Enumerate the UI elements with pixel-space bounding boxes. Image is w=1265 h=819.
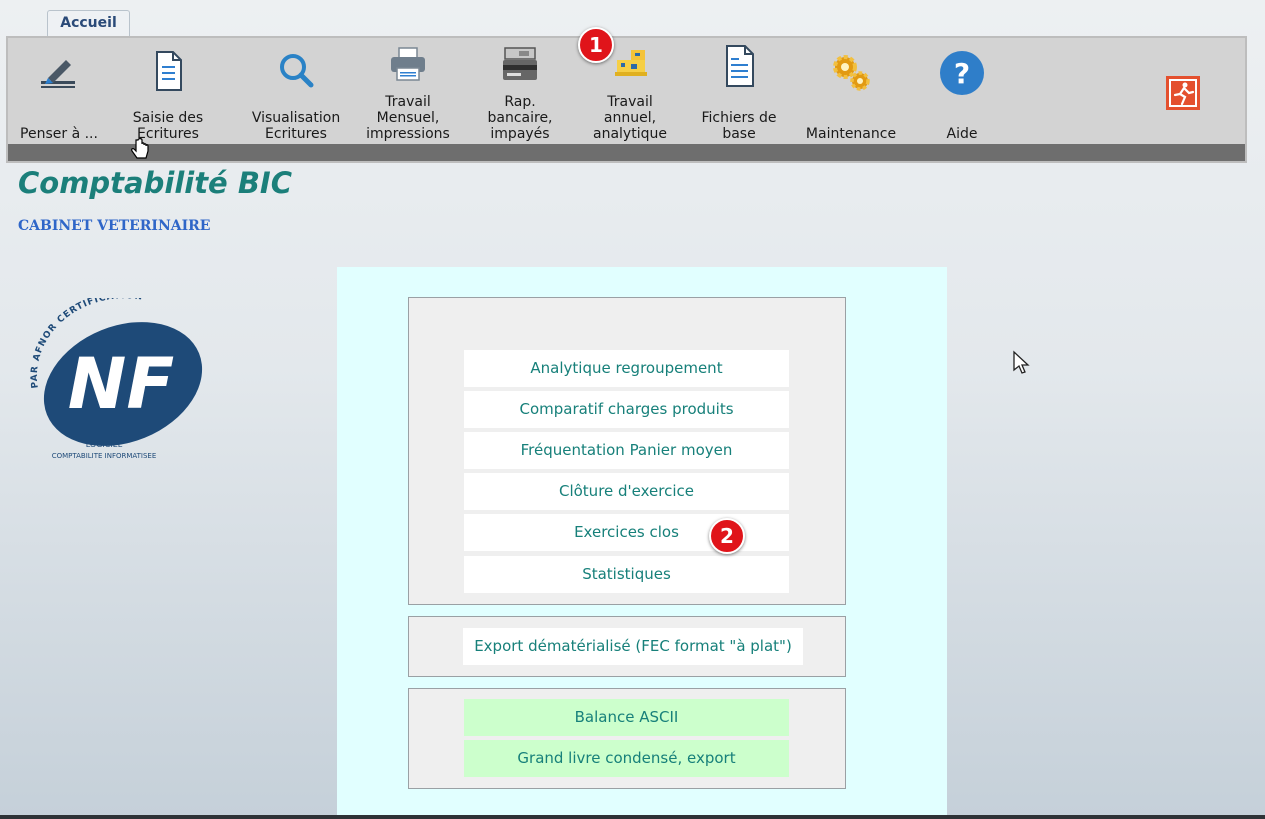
ribbon-label: Travail Mensuel, impressions bbox=[366, 94, 450, 142]
ribbon-label: Rap. bancaire, impayés bbox=[487, 94, 553, 142]
menu-button-grand-livre-condense[interactable]: Grand livre condensé, export bbox=[464, 740, 789, 777]
printer-icon bbox=[391, 47, 425, 81]
logo-nf-text: NF bbox=[68, 343, 174, 425]
ribbon-label: Penser à ... bbox=[20, 126, 98, 142]
ribbon-button-saisie[interactable]: Saisie des Ecritures bbox=[125, 44, 211, 142]
ribbon-label: Aide bbox=[946, 126, 978, 142]
ribbon-button-fichiers-de-base[interactable]: Fichiers de base bbox=[696, 44, 782, 142]
bank-card-icon bbox=[503, 47, 537, 80]
annotation-badge-2: 2 bbox=[709, 518, 745, 554]
svg-text:?: ? bbox=[954, 57, 970, 90]
ribbon-button-visualisation[interactable]: Visualisation Ecritures bbox=[246, 44, 346, 142]
logo-line1: LOGICIEL bbox=[86, 440, 123, 449]
help-icon: ? bbox=[940, 51, 984, 95]
company-name: CABINET VETERINAIRE bbox=[18, 218, 211, 234]
ribbon-label: Visualisation Ecritures bbox=[251, 110, 341, 142]
document-icon bbox=[156, 51, 182, 91]
menu-group-balance: Balance ASCII Grand livre condensé, expo… bbox=[408, 688, 846, 789]
menu-button-statistiques[interactable]: Statistiques bbox=[464, 556, 789, 593]
ribbon-toolbar: Penser à ... Saisie des Ecritures Visual… bbox=[6, 36, 1247, 163]
gears-icon bbox=[833, 55, 870, 91]
mouse-cursor-icon bbox=[1013, 350, 1030, 374]
ribbon-button-travail-mensuel[interactable]: Travail Mensuel, impressions bbox=[360, 44, 456, 142]
ribbon-button-maintenance[interactable]: Maintenance bbox=[801, 44, 901, 142]
menu-button-analytique-regroupement[interactable]: Analytique regroupement bbox=[464, 350, 789, 387]
menu-group-analytique: Analytique regroupement Comparatif charg… bbox=[408, 297, 846, 605]
hand-cursor-icon bbox=[131, 138, 149, 159]
exit-icon[interactable] bbox=[1165, 75, 1201, 111]
menu-button-comparatif-charges-produits[interactable]: Comparatif charges produits bbox=[464, 391, 789, 428]
page-title: Comptabilité BIC bbox=[18, 166, 292, 200]
menu-button-cloture-exercice[interactable]: Clôture d'exercice bbox=[464, 473, 789, 510]
annotation-badge-1: 1 bbox=[578, 27, 614, 63]
ribbon-label: Fichiers de base bbox=[701, 110, 777, 142]
tab-accueil[interactable]: Accueil bbox=[47, 10, 130, 37]
menu-button-export-fec[interactable]: Export dématérialisé (FEC format "à plat… bbox=[463, 628, 803, 665]
taskbar-strip bbox=[0, 815, 1265, 819]
ribbon-button-penser[interactable]: Penser à ... bbox=[20, 44, 98, 142]
nf-certification-logo: PAR AFNOR CERTIFICATION NF LOGICIEL COMP… bbox=[30, 298, 203, 460]
ribbon-status-bar bbox=[8, 144, 1245, 161]
search-icon bbox=[280, 54, 314, 88]
pen-icon bbox=[41, 60, 75, 88]
file-list-icon bbox=[726, 45, 754, 87]
menu-button-balance-ascii[interactable]: Balance ASCII bbox=[464, 699, 789, 736]
logo-line2: COMPTABILITE INFORMATISEE bbox=[52, 452, 157, 460]
menu-group-export: Export dématérialisé (FEC format "à plat… bbox=[408, 616, 846, 677]
ribbon-label: Travail annuel, analytique bbox=[593, 94, 667, 142]
ribbon-label: Maintenance bbox=[805, 126, 897, 142]
menu-panel: Analytique regroupement Comparatif charg… bbox=[337, 267, 947, 819]
forklift-icon bbox=[615, 50, 647, 76]
ribbon-button-rap-bancaire[interactable]: Rap. bancaire, impayés bbox=[480, 44, 560, 142]
menu-button-frequentation-panier-moyen[interactable]: Fréquentation Panier moyen bbox=[464, 432, 789, 469]
ribbon-button-aide[interactable]: ? Aide bbox=[928, 44, 996, 142]
